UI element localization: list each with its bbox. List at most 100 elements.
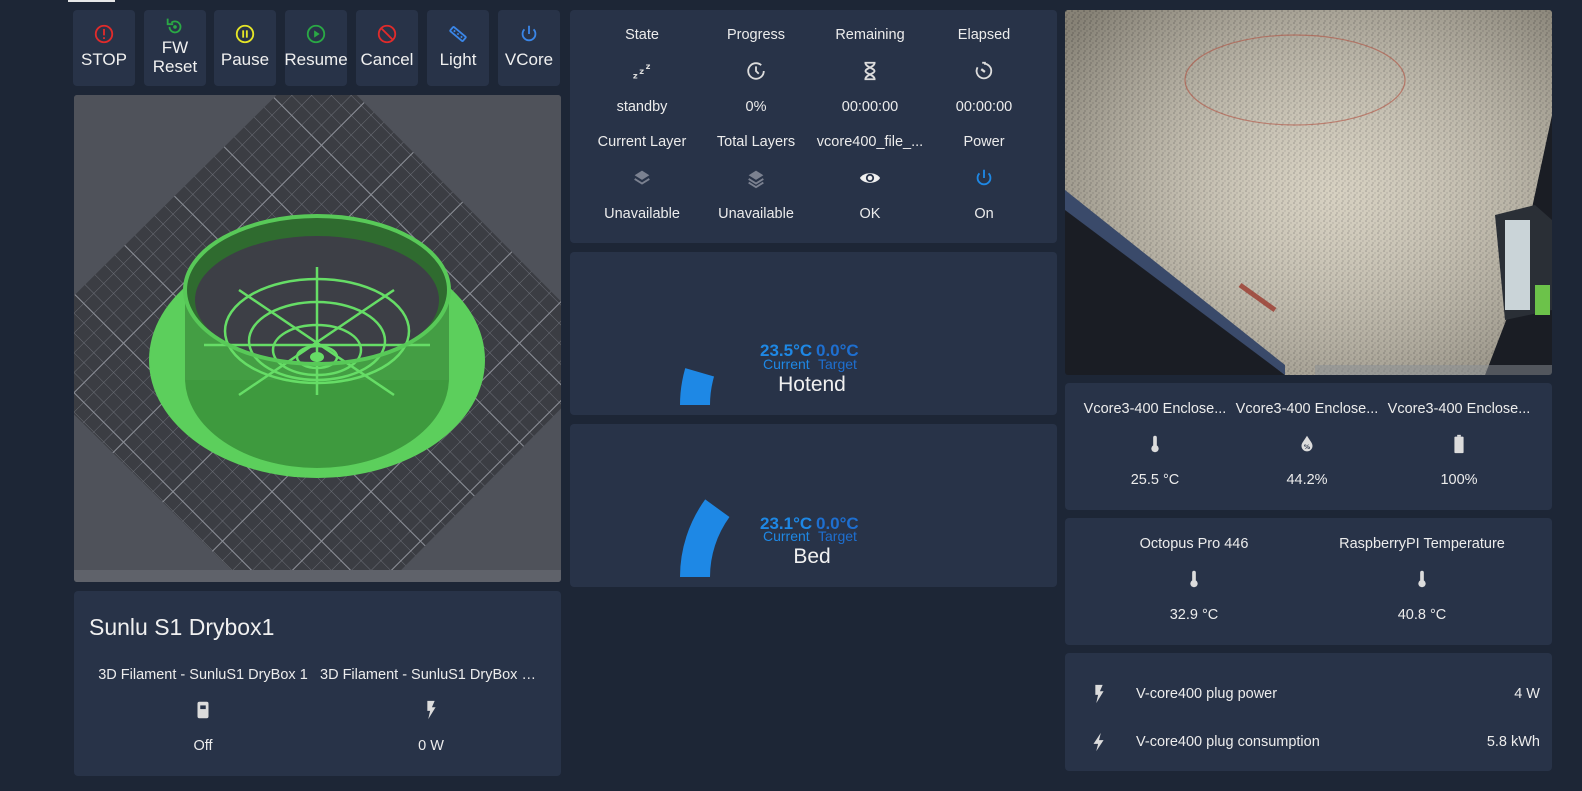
thermometer-icon: [1151, 435, 1159, 453]
progress-value: 0%: [745, 99, 767, 115]
total-layers-name: Total Layers: [716, 134, 796, 150]
bed-current-label: Current: [763, 528, 810, 544]
power-icon: [976, 169, 992, 186]
octopus-temperature-name: Octopus Pro 446: [1139, 536, 1249, 552]
fw-reset-button[interactable]: FW Reset: [144, 10, 206, 86]
enclosure-humidity-value: 44.2%: [1286, 472, 1328, 488]
enclosure-humidity[interactable]: Vcore3-400 Enclose... % 44.2%: [1234, 401, 1380, 488]
power-entity[interactable]: Power On: [927, 134, 1041, 222]
stop-button[interactable]: STOP: [73, 10, 135, 86]
hotend-target-label: Target: [818, 356, 857, 372]
camera-feed-image[interactable]: [1065, 10, 1552, 375]
timer-icon: [975, 61, 993, 80]
plug-power-name: V-core400 plug power: [1136, 686, 1278, 702]
play-icon: [306, 24, 326, 44]
progress-entity[interactable]: Progress 0%: [699, 27, 813, 115]
plug-consumption-name: V-core400 plug consumption: [1136, 734, 1320, 750]
lightning-icon: [1093, 732, 1104, 752]
plug-icon: [197, 701, 209, 719]
drybox-switch-value: Off: [193, 738, 213, 754]
power-name: Power: [963, 134, 1005, 150]
plug-power-row[interactable]: V-core400 plug power 4 W: [1088, 680, 1540, 708]
current-layer-entity[interactable]: Current Layer Unavailable: [585, 134, 699, 222]
plug-power-value: 4 W: [1514, 686, 1540, 702]
drybox-power[interactable]: 3D Filament - SunluS1 DryBox 1 ... 0 W: [320, 667, 542, 754]
cancel-button[interactable]: Cancel: [356, 10, 418, 86]
cancel-icon: [377, 24, 397, 44]
resume-label: Resume: [284, 50, 348, 69]
fw-reset-label: FW Reset: [152, 38, 198, 76]
resume-button[interactable]: Resume: [284, 10, 348, 86]
elapsed-name: Elapsed: [957, 27, 1011, 43]
drybox-switch-name: 3D Filament - SunluS1 DryBox 1: [98, 667, 308, 683]
raspberrypi-temperature-name: RaspberryPI Temperature: [1339, 536, 1505, 552]
sleep-icon: zzz: [633, 61, 651, 80]
stop-label: STOP: [81, 50, 127, 69]
file-name: vcore400_file_...: [816, 134, 924, 150]
vcore-label: VCore: [504, 50, 554, 69]
pause-icon: [235, 24, 255, 44]
layers-icon: [634, 170, 650, 185]
state-name: State: [625, 27, 659, 43]
elapsed-entity[interactable]: Elapsed 00:00:00: [927, 27, 1041, 115]
bed-name: Bed: [793, 545, 831, 568]
clock-icon: [747, 62, 765, 80]
thermometer-icon: [1190, 570, 1198, 588]
svg-text:z: z: [639, 66, 644, 76]
hotend-name: Hotend: [778, 373, 846, 396]
thermometer-icon: [1418, 570, 1426, 588]
flash-icon: [1095, 684, 1104, 704]
humidity-icon: %: [1301, 435, 1313, 452]
pause-label: Pause: [220, 50, 270, 69]
current-layer-value: Unavailable: [604, 206, 680, 222]
remaining-value: 00:00:00: [841, 99, 899, 115]
enclosure-temperature-value: 25.5 °C: [1130, 472, 1180, 488]
light-label: Light: [439, 50, 477, 69]
enclosure-humidity-name: Vcore3-400 Enclose...: [1235, 401, 1379, 417]
drybox-title: Sunlu S1 Drybox1: [89, 614, 275, 640]
svg-text:%: %: [1304, 443, 1311, 451]
current-layer-name: Current Layer: [597, 134, 687, 150]
state-value: standby: [616, 99, 668, 115]
hotend-current-label: Current: [763, 356, 810, 372]
elapsed-value: 00:00:00: [955, 99, 1013, 115]
enclosure-temperature[interactable]: Vcore3-400 Enclose... 25.5 °C: [1082, 401, 1228, 488]
enclosure-temperature-name: Vcore3-400 Enclose...: [1083, 401, 1227, 417]
enclosure-battery[interactable]: Vcore3-400 Enclose... 100%: [1386, 401, 1532, 488]
file-value: OK: [859, 206, 881, 222]
progress-name: Progress: [726, 27, 786, 43]
file-entity[interactable]: vcore400_file_... OK: [813, 134, 927, 222]
drybox-power-value: 0 W: [418, 738, 444, 754]
led-strip-icon: [449, 26, 467, 42]
plug-consumption-value: 5.8 kWh: [1486, 734, 1540, 750]
active-tab-indicator: [68, 0, 115, 2]
raspberrypi-temperature[interactable]: RaspberryPI Temperature 40.8 °C: [1310, 536, 1534, 623]
battery-icon: [1454, 434, 1464, 454]
plug-consumption-row[interactable]: V-core400 plug consumption 5.8 kWh: [1088, 728, 1540, 756]
state-entity[interactable]: State zzz standby: [585, 27, 699, 115]
total-layers-value: Unavailable: [718, 206, 794, 222]
raspberrypi-temperature-value: 40.8 °C: [1397, 607, 1447, 623]
light-button[interactable]: Light: [427, 10, 489, 86]
power-icon: [521, 25, 537, 42]
remaining-entity[interactable]: Remaining 00:00:00: [813, 27, 927, 115]
vcore-button[interactable]: VCore: [498, 10, 560, 86]
pause-button[interactable]: Pause: [214, 10, 276, 86]
eye-icon: [859, 173, 881, 183]
svg-text:z: z: [633, 70, 638, 80]
drybox-switch[interactable]: 3D Filament - SunluS1 DryBox 1 Off: [96, 667, 310, 754]
total-layers-entity[interactable]: Total Layers Unavailable: [699, 134, 813, 222]
restart-icon: [166, 18, 182, 34]
print-preview-image: [74, 95, 561, 582]
stop-icon: [94, 24, 114, 44]
layers-icon: [748, 170, 764, 189]
octopus-temperature[interactable]: Octopus Pro 446 32.9 °C: [1082, 536, 1306, 623]
enclosure-battery-name: Vcore3-400 Enclose...: [1387, 401, 1531, 417]
octopus-temperature-value: 32.9 °C: [1169, 607, 1219, 623]
hourglass-icon: [864, 61, 876, 81]
bed-target-label: Target: [818, 528, 857, 544]
remaining-name: Remaining: [835, 27, 905, 43]
bed-gauge-fill: [680, 499, 730, 577]
svg-text:z: z: [646, 61, 651, 71]
hotend-gauge-fill: [680, 368, 715, 405]
